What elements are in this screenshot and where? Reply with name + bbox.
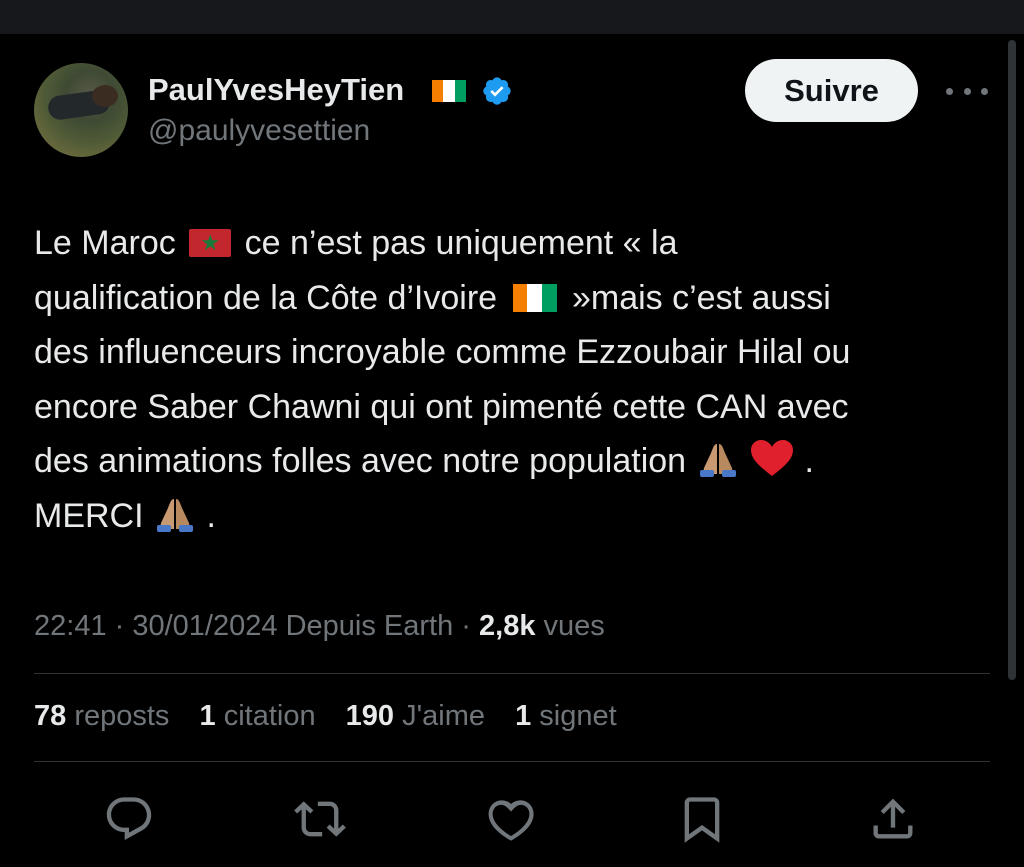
- repost-icon: [294, 801, 346, 837]
- like-button[interactable]: [483, 791, 539, 847]
- tweet-line: encore Saber Chawni qui ont pimenté cett…: [34, 387, 849, 426]
- cote-divoire-flag-icon: [512, 283, 557, 312]
- tweet-line: Le Maroc ce n’est pas uniquement « la: [34, 216, 994, 271]
- tweet-source: Depuis Earth: [285, 610, 454, 642]
- tweet-line: des animations folles avec notre populat…: [34, 434, 994, 489]
- tweet-line: des influenceurs incroyable comme Ezzoub…: [34, 333, 851, 371]
- tweet-text-segment: ce n’est pas uniquement « la: [244, 224, 678, 262]
- reply-icon: [106, 797, 152, 841]
- tweet-text-segment: des animations folles avec notre populat…: [34, 442, 687, 480]
- likes-stat[interactable]: 190 J'aime: [346, 700, 485, 733]
- views-label: vues: [543, 610, 605, 642]
- divider: [34, 761, 990, 762]
- red-heart-icon: [750, 440, 793, 476]
- engagement-stats: 78 reposts 1 citation 190 J'aime 1 signe…: [34, 700, 639, 733]
- tweet-date[interactable]: 30/01/2024: [132, 610, 277, 642]
- tweet-line: qualification de la Côte d’Ivoire »mais …: [34, 271, 994, 326]
- follow-button[interactable]: Suivre: [745, 59, 918, 122]
- reposts-count: 78: [34, 700, 67, 732]
- more-icon[interactable]: [946, 76, 988, 106]
- reposts-stat[interactable]: 78 reposts: [34, 700, 169, 733]
- bookmarks-label: signet: [539, 700, 617, 732]
- tweet-text-segment: qualification de la Côte d’Ivoire: [34, 278, 498, 317]
- quotes-stat[interactable]: 1 citation: [200, 700, 316, 733]
- bookmarks-count: 1: [515, 700, 532, 732]
- user-handle[interactable]: @paulyvesettien: [148, 114, 370, 148]
- avatar[interactable]: [34, 63, 128, 157]
- tweet-text-segment: MERCI: [34, 496, 144, 535]
- share-button[interactable]: [865, 791, 921, 847]
- scrollbar[interactable]: [1008, 40, 1016, 680]
- bookmark-button[interactable]: [674, 791, 730, 847]
- tweet-time[interactable]: 22:41: [34, 610, 107, 642]
- tweet-meta: 22:41 · 30/01/2024 Depuis Earth · 2,8k v…: [34, 610, 605, 642]
- tweet-line: MERCI .: [34, 489, 994, 544]
- morocco-flag-icon: [189, 229, 232, 257]
- share-icon: [873, 798, 913, 839]
- reposts-label: reposts: [74, 700, 170, 732]
- heart-icon: [488, 800, 534, 841]
- views-count: 2,8k: [479, 610, 536, 642]
- repost-button[interactable]: [292, 791, 348, 847]
- tweet-text-segment: »mais c’est aussi: [571, 278, 831, 317]
- tweet-text-segment: .: [804, 442, 814, 480]
- bookmarks-stat[interactable]: 1 signet: [515, 700, 617, 733]
- likes-count: 190: [345, 700, 395, 732]
- display-name[interactable]: PaulYvesHeyTien: [148, 72, 404, 108]
- divider: [34, 673, 990, 674]
- likes-label: J'aime: [402, 700, 486, 732]
- cote-divoire-flag-icon: [432, 80, 466, 102]
- tweet-text: Le Maroc ce n’est pas uniquement « la qu…: [34, 216, 994, 543]
- verified-badge-icon: [483, 77, 511, 105]
- tweet-text-segment: .: [206, 496, 216, 535]
- folded-hands-icon: [157, 498, 194, 532]
- folded-hands-icon: [699, 444, 736, 477]
- quotes-label: citation: [223, 700, 316, 732]
- quotes-count: 1: [199, 700, 216, 732]
- bookmark-icon: [684, 797, 720, 843]
- reply-button[interactable]: [101, 791, 157, 847]
- top-bar: [0, 0, 1024, 34]
- tweet-text-segment: Le Maroc: [34, 224, 176, 262]
